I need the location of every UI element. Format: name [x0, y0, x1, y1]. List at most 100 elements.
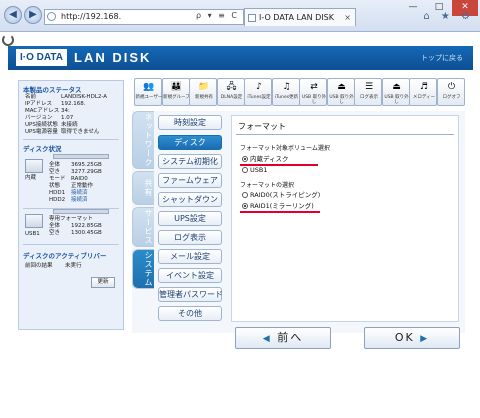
- usb-row: 全体 1922.85GB: [49, 223, 102, 229]
- dlna-settings-button[interactable]: 🖧 DLNA設定: [216, 78, 245, 106]
- divider: [23, 244, 119, 245]
- menu-log[interactable]: ログ表示: [158, 230, 222, 245]
- activity-row: 前回の結果 未実行: [25, 263, 82, 269]
- internal-disk-icon: [25, 159, 43, 173]
- new-share-icon: 📁: [198, 82, 210, 92]
- usb-eject-2-icon: ⏏: [392, 82, 401, 92]
- menu-system-init[interactable]: システム初期化: [158, 154, 222, 169]
- minimize-icon[interactable]: —: [400, 0, 426, 16]
- disk-row: 空き 3277.29GB: [49, 169, 102, 175]
- radio-unselected-icon[interactable]: [242, 192, 248, 198]
- itunes-update-icon: ♫: [282, 82, 291, 92]
- favicon-icon: [248, 14, 256, 22]
- menu-admin-password[interactable]: 管理者パスワード: [158, 287, 223, 302]
- menu-time[interactable]: 時刻設定: [158, 115, 222, 130]
- logoff-icon: ⏻: [447, 82, 456, 92]
- toolbar-label: iTunes更新: [274, 95, 299, 100]
- product-name: LAN DISK: [74, 50, 152, 65]
- prev-button[interactable]: ◀ 前へ: [235, 327, 331, 349]
- new-share-button[interactable]: 📁 新規共有: [189, 78, 217, 106]
- radio-internal-disk[interactable]: 内蔵ディスク: [242, 155, 289, 163]
- menu-disk[interactable]: ディスク: [158, 135, 222, 150]
- tab-share[interactable]: 共有: [132, 171, 154, 205]
- tab-title: I-O DATA LAN DISK: [259, 13, 334, 22]
- content-panel: フォーマット フォーマット対象ボリューム選択 内蔵ディスク USB1 フォーマッ…: [231, 115, 459, 322]
- menu-other[interactable]: その他: [158, 306, 222, 321]
- loading-icon: [2, 34, 14, 46]
- back-icon[interactable]: ◀: [4, 6, 22, 24]
- highlight-underline: [240, 211, 320, 213]
- disk-usage-bar: [53, 154, 109, 159]
- tab-network[interactable]: ネットワーク: [132, 111, 154, 169]
- menu-shutdown[interactable]: シャットダウン: [158, 192, 222, 207]
- title-rule: [236, 134, 454, 135]
- home-star-gear-icons[interactable]: ⌂ ★ ⚙: [423, 11, 474, 22]
- disk-title: ディスク状況: [23, 145, 62, 153]
- disk-row: モード RAID0: [49, 176, 88, 182]
- toolbar-label: USB 取り外し: [329, 95, 354, 105]
- usb-usage-bar: [53, 209, 109, 214]
- radio-selected-icon[interactable]: [242, 156, 248, 162]
- status-row: UPS電源容量 取得できません: [25, 129, 100, 135]
- status-row: UPS接続状態 未接続: [25, 122, 78, 128]
- tab-service[interactable]: サービス: [132, 207, 154, 247]
- disk-row: HDD1 接続済: [49, 190, 88, 196]
- disk-row: 全体 3695.25GB: [49, 162, 102, 168]
- ok-button[interactable]: OK ▶: [364, 327, 460, 349]
- log-view-icon: ☰: [364, 82, 374, 92]
- usb-eject-button[interactable]: ⏏ USB 取り外し: [326, 78, 355, 106]
- browser-tab[interactable]: I-O DATA LAN DISK ×: [244, 8, 356, 26]
- melody-icon: ♬: [419, 82, 429, 92]
- refresh-button[interactable]: 更新: [91, 277, 115, 288]
- toolbar-label: USB 取り外し: [301, 95, 327, 105]
- dlna-settings-icon: 🖧: [226, 82, 237, 92]
- disk-row: HDD2 接続済: [49, 197, 88, 203]
- page-icon: [47, 12, 56, 21]
- menu-firmware[interactable]: ファームウェア: [158, 173, 222, 188]
- status-title: 本製品のステータス: [23, 86, 82, 94]
- prev-label: 前へ: [277, 331, 304, 344]
- brand-logo: I·O DATA: [16, 49, 67, 66]
- radio-raid1[interactable]: RAID1(ミラーリング): [242, 202, 314, 210]
- address-tools[interactable]: ρ ▾ ≡ C: [196, 11, 239, 20]
- tab-system[interactable]: システム: [132, 249, 154, 289]
- top-link[interactable]: トップに戻る: [421, 53, 463, 63]
- new-user-button[interactable]: 👥 新規ユーザー: [134, 78, 162, 106]
- toolbar-label: ログオフ: [442, 95, 461, 100]
- new-group-icon: 👪: [170, 82, 183, 92]
- menu-mail[interactable]: メール設定: [158, 249, 222, 264]
- toolbar-label: DLNA設定: [220, 95, 243, 100]
- activity-title: ディスクのアクティブリバー: [23, 252, 107, 260]
- itunes-settings-icon: ♪: [256, 82, 262, 92]
- new-user-icon: 👥: [143, 82, 155, 92]
- volume-label: フォーマット対象ボリューム選択: [240, 145, 330, 152]
- new-group-button[interactable]: 👪 新規グループ: [161, 78, 190, 106]
- logoff-button[interactable]: ⏻ ログオフ: [436, 78, 465, 106]
- usb-transfer-icon: ⇄: [310, 82, 318, 92]
- status-row: IPアドレス 192.168.: [25, 101, 86, 107]
- log-view-button[interactable]: ☰ ログ表示: [354, 78, 382, 106]
- prev-arrow-icon: ◀: [262, 334, 272, 344]
- status-panel: 本製品のステータス 名前 LANDISK-HDL2-A IPアドレス 192.1…: [18, 80, 124, 330]
- radio-usb1[interactable]: USB1: [242, 166, 267, 174]
- itunes-update-button[interactable]: ♫ iTunes更新: [271, 78, 300, 106]
- menu-ups[interactable]: UPS設定: [158, 211, 222, 226]
- toolbar-label: 新規共有: [195, 95, 213, 100]
- disk-row: 状態 正常動作: [49, 183, 94, 189]
- usb-transfer-button[interactable]: ⇄ USB 取り外し: [299, 78, 327, 106]
- radio-unselected-icon[interactable]: [242, 167, 248, 173]
- radio-raid0[interactable]: RAID0(ストライピング): [242, 191, 320, 199]
- toolbar-label: USB 取り外し: [384, 95, 409, 105]
- usb-eject-2-button[interactable]: ⏏ USB 取り外し: [381, 78, 410, 106]
- radio-selected-icon[interactable]: [242, 203, 248, 209]
- format-label: フォーマットの選択: [240, 182, 295, 189]
- menu-event[interactable]: イベント設定: [158, 268, 222, 283]
- toolbar-label: ログ表示: [360, 95, 378, 100]
- tab-close-icon[interactable]: ×: [344, 9, 351, 26]
- usb-row: 空き 1300.45GB: [49, 230, 102, 236]
- itunes-settings-button[interactable]: ♪ iTunes設定: [244, 78, 272, 106]
- forward-icon[interactable]: ▶: [24, 6, 42, 24]
- toolbar: 👥 新規ユーザー 👪 新規グループ 📁 新規共有 🖧 DLNA設定 ♪ iTunes設定 ♫ iTun…: [134, 78, 465, 106]
- melody-button[interactable]: ♬ メロディー: [409, 78, 437, 106]
- toolbar-label: 新規ユーザー: [135, 95, 163, 100]
